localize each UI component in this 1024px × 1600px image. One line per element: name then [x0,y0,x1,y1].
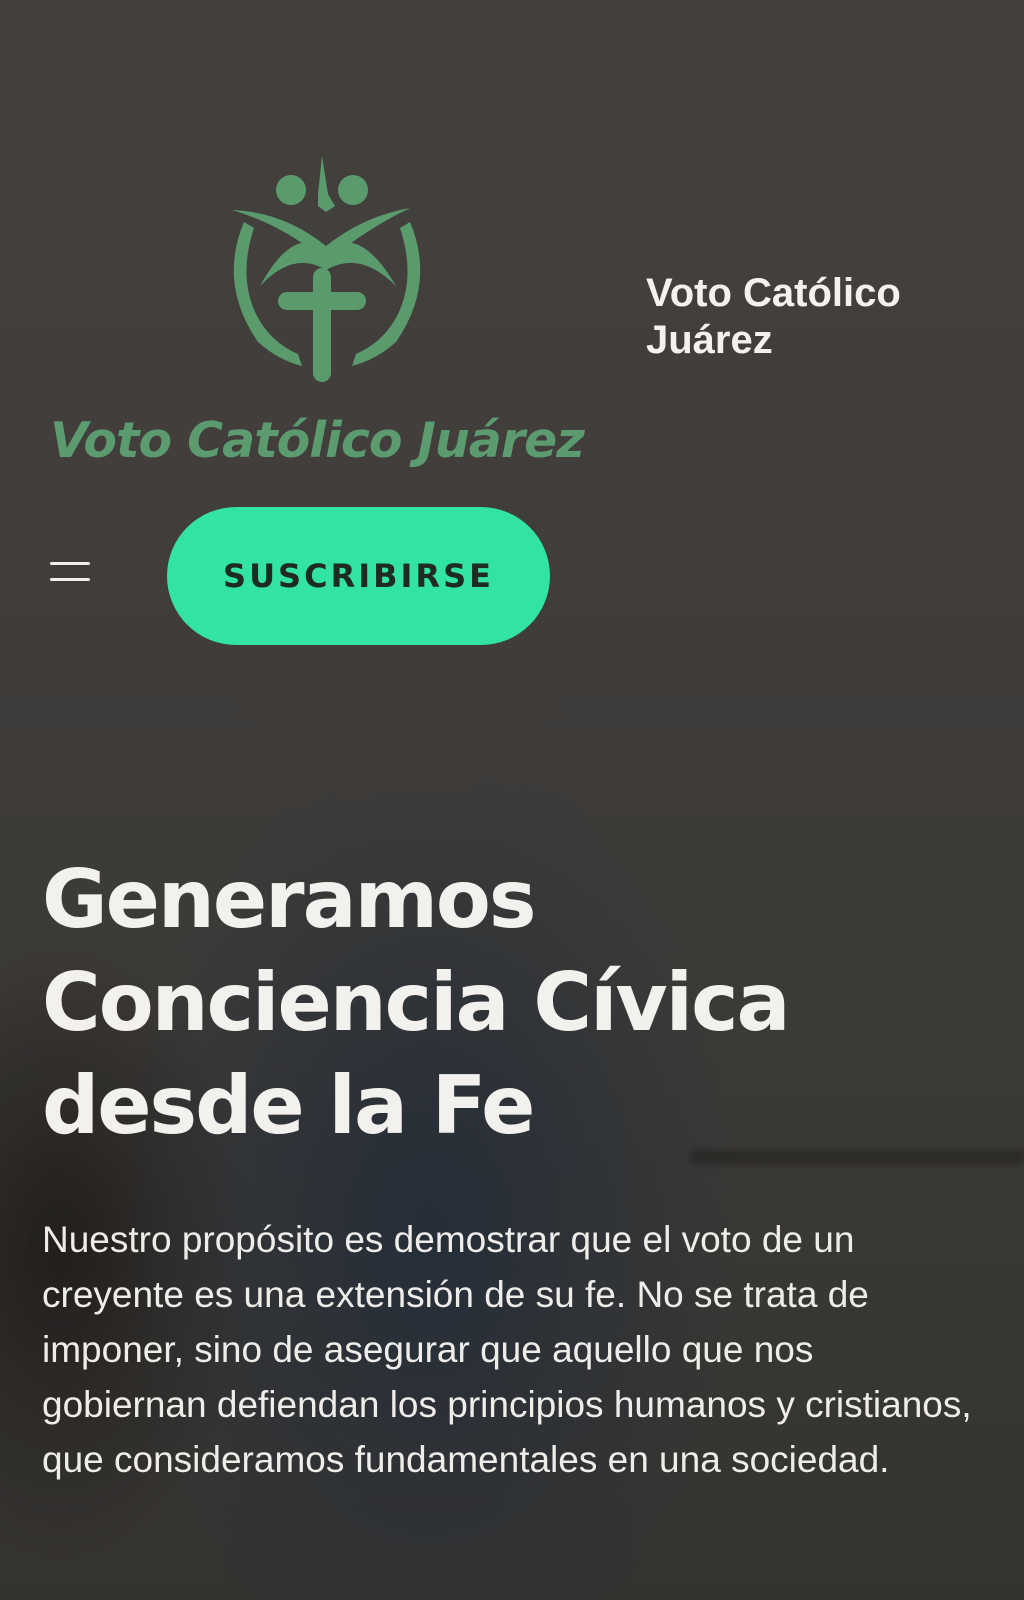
site-title[interactable]: Voto Católico Juárez [646,270,976,364]
subscribe-button[interactable]: SUSCRIBIRSE [167,507,550,645]
site-logo[interactable]: Voto Católico Juárez [48,150,608,480]
hamburger-menu-icon[interactable] [44,552,100,592]
logo-emblem-icon [232,156,421,382]
hero-description: Nuestro propósito es demostrar que el vo… [42,1219,972,1480]
hero-title: Generamos Conciencia Cívica desde la Fe [42,853,790,1152]
logo-wordmark: Voto Católico Juárez [50,412,585,469]
